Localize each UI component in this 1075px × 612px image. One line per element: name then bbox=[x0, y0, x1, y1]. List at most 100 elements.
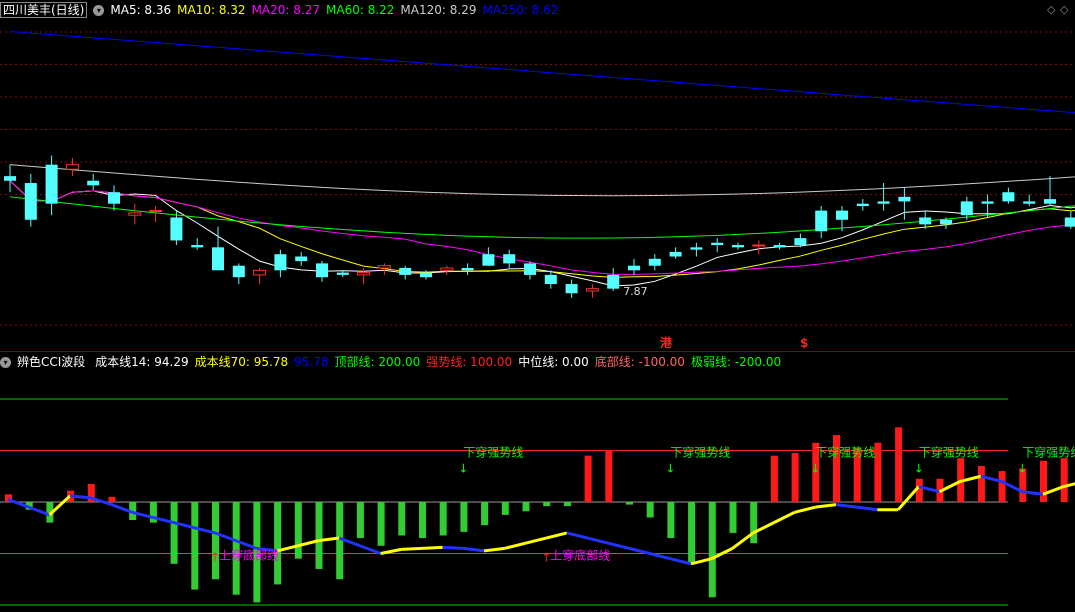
candle-body bbox=[628, 265, 640, 271]
candle-body bbox=[1023, 201, 1036, 204]
cci-bar bbox=[481, 502, 489, 526]
cost-line-segment bbox=[483, 546, 505, 553]
arrow-down-icon: ↓ bbox=[914, 462, 924, 476]
cci-bar bbox=[460, 502, 468, 532]
cost-line-segment bbox=[504, 541, 526, 550]
candle-body bbox=[232, 265, 245, 278]
cci-bar bbox=[667, 502, 675, 539]
arrow-down-icon: ↓ bbox=[810, 462, 820, 476]
candle-body bbox=[794, 238, 807, 246]
candle-body bbox=[357, 272, 371, 276]
candle-body bbox=[108, 192, 120, 204]
cci-bar bbox=[419, 502, 426, 539]
candle-body bbox=[170, 217, 183, 241]
candle-body bbox=[940, 219, 952, 225]
candle-body bbox=[669, 251, 682, 257]
cci-bar bbox=[439, 502, 447, 536]
cost-line-segment bbox=[670, 557, 692, 566]
cci-bar bbox=[688, 502, 696, 564]
signal-label-down: 下穿强势线 bbox=[1022, 445, 1075, 460]
cost-line-segment bbox=[794, 505, 816, 514]
event-marker: $ bbox=[800, 336, 808, 350]
cost-line-segment bbox=[380, 547, 402, 555]
cci-bar bbox=[315, 502, 323, 569]
cci-bar bbox=[729, 502, 737, 533]
cci-bar bbox=[543, 502, 551, 507]
cci-bar bbox=[646, 502, 654, 518]
signal-label-down: 下穿强势线 bbox=[919, 445, 979, 460]
cci-bar bbox=[874, 442, 882, 502]
cci-bar bbox=[1060, 458, 1068, 502]
candle-body bbox=[877, 201, 890, 204]
cost-line-segment bbox=[731, 531, 755, 550]
cost-line-segment bbox=[545, 531, 568, 540]
candle-body bbox=[24, 183, 37, 220]
cci-bar bbox=[377, 502, 385, 546]
cci-bar bbox=[605, 450, 613, 502]
cost-line-segment bbox=[773, 510, 796, 524]
cost-line-segment bbox=[463, 546, 485, 553]
candle-body bbox=[981, 201, 994, 204]
cci-bar bbox=[170, 502, 178, 564]
candle-body bbox=[752, 244, 766, 247]
cost-line-segment bbox=[649, 552, 671, 561]
cci-bar bbox=[108, 496, 116, 502]
candle-body bbox=[295, 256, 308, 262]
signal-label-up: 上穿底部线 bbox=[219, 548, 279, 563]
cci-bar bbox=[584, 455, 592, 502]
candle-body bbox=[773, 245, 786, 248]
cost-line-segment bbox=[587, 536, 609, 545]
candle-body bbox=[399, 268, 412, 275]
candle-body bbox=[565, 284, 578, 294]
cost-line-segment bbox=[628, 546, 651, 555]
candle-body bbox=[503, 254, 516, 264]
cost-line-segment bbox=[359, 544, 382, 555]
candle-body bbox=[648, 258, 661, 266]
candle-body bbox=[1044, 199, 1056, 204]
signal-label-down: 下穿强势线 bbox=[815, 445, 875, 460]
cci-bar bbox=[977, 465, 985, 502]
candle-body bbox=[316, 263, 328, 278]
candle-body bbox=[1002, 192, 1015, 202]
indicator-chart[interactable]: 下穿强势线↓下穿强势线↓下穿强势线↓下穿强势线↓下穿强势线↓↑上穿底部线↑上穿底… bbox=[0, 352, 1075, 612]
cci-bar bbox=[998, 471, 1006, 502]
cci-bar bbox=[274, 502, 282, 585]
candle-body bbox=[149, 210, 163, 213]
candle-body bbox=[377, 265, 391, 269]
candle-body bbox=[87, 180, 100, 186]
candle-body bbox=[191, 245, 204, 248]
candle-body bbox=[711, 242, 724, 246]
ma-line-ma250 bbox=[9, 30, 1075, 114]
candle-body bbox=[585, 288, 599, 292]
cost-line-segment bbox=[566, 531, 588, 540]
cci-bar bbox=[791, 453, 799, 502]
arrow-down-icon: ↓ bbox=[458, 462, 468, 476]
candle-body bbox=[836, 210, 848, 220]
candle-body bbox=[212, 247, 224, 271]
candle-body bbox=[919, 217, 932, 225]
signal-label-down: 下穿强势线 bbox=[670, 445, 730, 460]
cost-line-segment bbox=[835, 503, 857, 509]
cost-line-segment bbox=[69, 494, 91, 500]
candle-body bbox=[253, 269, 267, 276]
cci-bar bbox=[294, 502, 302, 559]
candle-body bbox=[544, 274, 557, 285]
candle-body bbox=[607, 274, 620, 289]
signal-label-up: 上穿底部线 bbox=[550, 548, 610, 563]
candle-body bbox=[128, 212, 142, 216]
cost-line-segment bbox=[525, 536, 547, 545]
cost-line-segment bbox=[28, 505, 50, 517]
cci-bar bbox=[895, 427, 903, 502]
candle-body bbox=[420, 272, 432, 278]
cci-bar bbox=[563, 502, 571, 507]
price-chart[interactable]: 8.597.87港$ bbox=[0, 0, 1075, 351]
cost-line-segment bbox=[815, 503, 837, 509]
candle-body bbox=[815, 210, 828, 232]
arrow-down-icon: ↓ bbox=[665, 462, 675, 476]
cci-bar bbox=[750, 502, 758, 544]
ma-line-ma120 bbox=[9, 164, 1075, 197]
cci-bar bbox=[770, 455, 778, 502]
cost-line-segment bbox=[442, 545, 464, 550]
cci-bar bbox=[1040, 460, 1047, 502]
cci-bar bbox=[212, 502, 219, 580]
